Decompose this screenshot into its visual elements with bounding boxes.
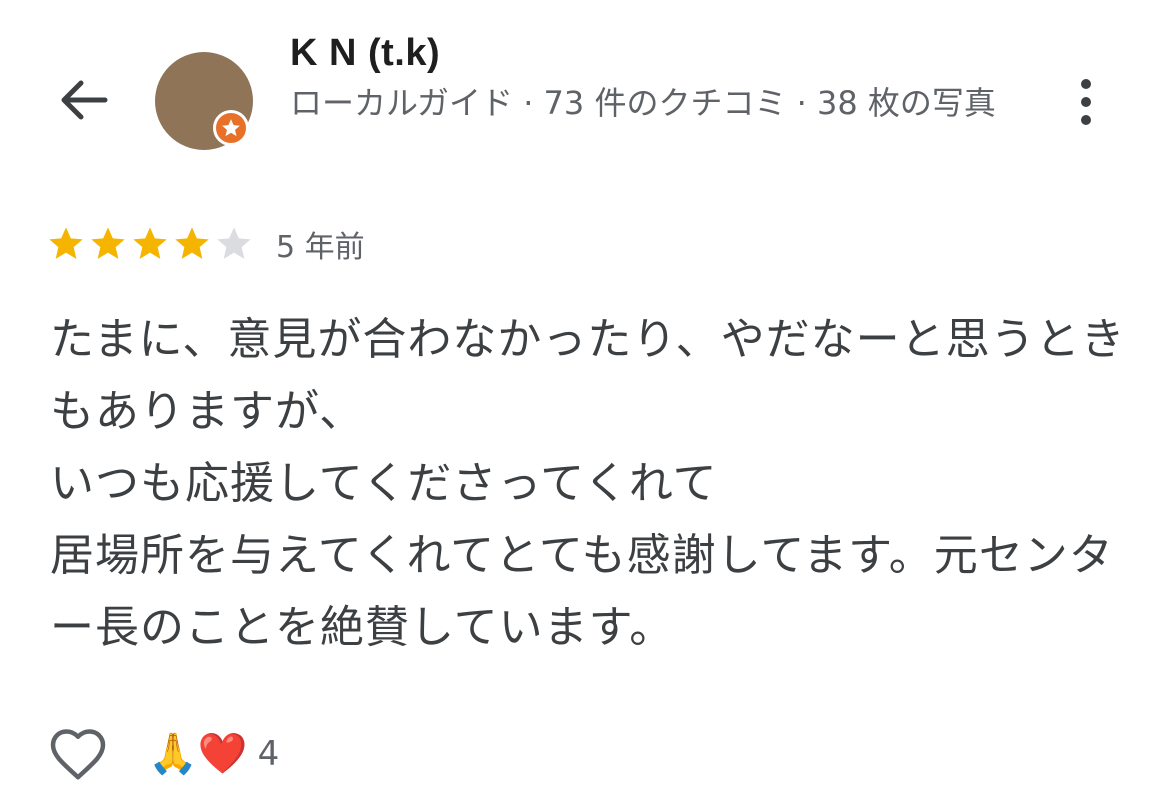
review-time: 5 年前 xyxy=(276,230,365,265)
more-vertical-icon xyxy=(1081,79,1091,89)
review-page: K N (t.k) ローカルガイド · 73 件のクチコミ · 38 枚の写真 … xyxy=(0,0,1170,806)
reactions-summary[interactable]: 🙏❤️ 4 xyxy=(148,730,279,778)
heart-outline-icon xyxy=(50,729,106,780)
reaction-emojis: 🙏❤️ xyxy=(148,731,248,777)
user-name[interactable]: K N (t.k) xyxy=(290,32,440,75)
star-empty-icon xyxy=(217,227,251,259)
local-guide-badge xyxy=(213,110,249,146)
star-filled-icon xyxy=(91,227,125,259)
more-options-button[interactable] xyxy=(1062,72,1110,132)
local-guide-star-icon xyxy=(222,119,240,137)
like-button[interactable] xyxy=(46,722,110,786)
arrow-back-icon xyxy=(61,80,108,120)
star-rating xyxy=(46,224,254,264)
reaction-count: 4 xyxy=(257,734,280,774)
star-filled-icon xyxy=(175,227,209,259)
review-text: たまに、意見が合わなかったり、やだなーと思うときもありますが、 いつも応援してく… xyxy=(50,314,1126,653)
star-filled-icon xyxy=(49,227,83,259)
star-filled-icon xyxy=(133,227,167,259)
back-button[interactable] xyxy=(52,72,114,128)
rating-row: 5 年前 xyxy=(46,222,365,266)
review-actions: 🙏❤️ 4 xyxy=(46,722,279,786)
user-meta: ローカルガイド · 73 件のクチコミ · 38 枚の写真 xyxy=(290,84,996,122)
